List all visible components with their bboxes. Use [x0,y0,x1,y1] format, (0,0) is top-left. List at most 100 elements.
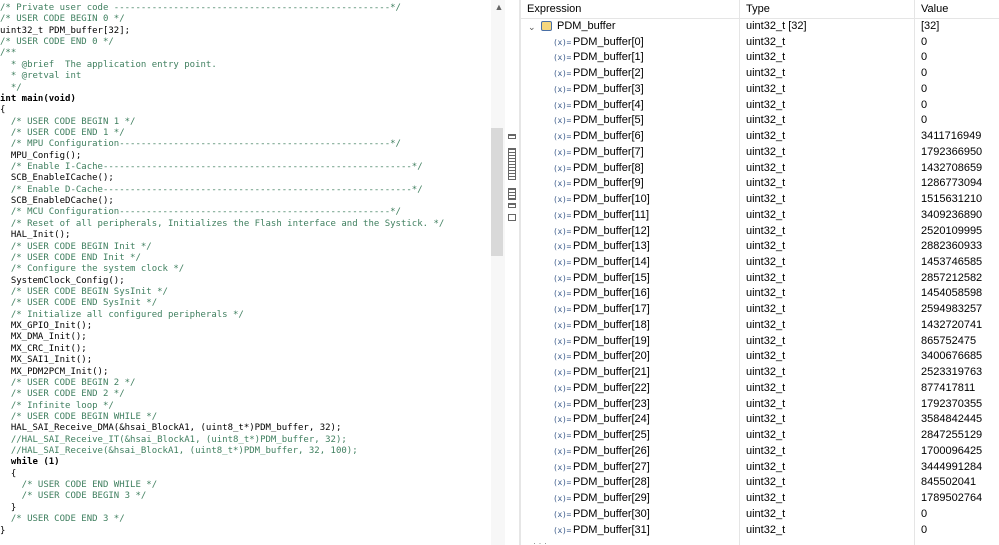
ruler-marker[interactable] [508,214,516,221]
table-row[interactable]: (x)= PDM_buffer[9] uint32_t 1286773094 [521,176,999,192]
expression-value[interactable]: 3409236890 [921,208,999,224]
table-row[interactable]: (x)= PDM_buffer[17] uint32_t 2594983257 [521,302,999,318]
expression-value[interactable]: 845502041 [921,475,999,491]
expression-value[interactable]: 2523319763 [921,365,999,381]
expression-value[interactable]: 3400676685 [921,349,999,365]
expression-value[interactable]: 1792370355 [921,397,999,413]
expression-name: PDM_buffer[24] [573,413,650,426]
expression-value[interactable]: 0 [921,98,999,114]
expression-value[interactable]: 2857212582 [921,271,999,287]
table-row[interactable]: (x)= PDM_buffer[27] uint32_t 3444991284 [521,460,999,476]
expression-value[interactable]: 3411716949 [921,129,999,145]
expression-value[interactable]: 1432720741 [921,318,999,334]
expression-value[interactable]: 1453746585 [921,255,999,271]
expression-name: PDM_buffer[4] [573,98,644,111]
editor-vertical-scrollbar[interactable] [491,0,505,545]
expression-name: PDM_buffer[25] [573,429,650,442]
table-row[interactable]: (x)= PDM_buffer[8] uint32_t 1432708659 [521,161,999,177]
expression-value[interactable]: 1286773094 [921,176,999,192]
table-row[interactable]: (x)= PDM_buffer[1] uint32_t 0 [521,50,999,66]
expression-value[interactable]: 1454058598 [921,286,999,302]
expression-value[interactable]: 0 [921,35,999,51]
expression-name: PDM_buffer[20] [573,350,650,363]
collapse-arrow-icon[interactable]: ▲ [494,2,504,12]
expression-name: PDM_buffer[17] [573,303,650,316]
table-row[interactable]: (x)= PDM_buffer[20] uint32_t 3400676685 [521,349,999,365]
table-row[interactable]: (x)= PDM_buffer[31] uint32_t 0 [521,523,999,539]
ruler-marker[interactable] [508,203,516,208]
code-text: SystemClock_Config(); [0,275,125,286]
table-row-root[interactable]: ⌄ PDM_buffer uint32_t [32] [32] [521,19,999,35]
expression-value[interactable]: 1789502764 [921,491,999,507]
table-row[interactable]: (x)= PDM_buffer[30] uint32_t 0 [521,507,999,523]
code-comment: /* Private user code -------------------… [0,3,401,13]
table-row[interactable]: (x)= PDM_buffer[10] uint32_t 1515631210 [521,192,999,208]
table-row[interactable]: (x)= PDM_buffer[12] uint32_t 2520109995 [521,224,999,240]
table-row[interactable]: (x)= PDM_buffer[2] uint32_t 0 [521,66,999,82]
expression-value[interactable]: 0 [921,523,999,539]
expression-value[interactable]: 1515631210 [921,192,999,208]
table-row[interactable]: (x)= PDM_buffer[5] uint32_t 0 [521,113,999,129]
table-row[interactable]: (x)= PDM_buffer[24] uint32_t 3584842445 [521,412,999,428]
expression-value[interactable]: 2882360933 [921,239,999,255]
expression-value[interactable]: 0 [921,507,999,523]
table-row[interactable]: (x)= PDM_buffer[26] uint32_t 1700096425 [521,444,999,460]
column-header-expression[interactable]: Expression [521,0,739,18]
expression-type: uint32_t [746,507,786,520]
expression-value[interactable]: 0 [921,50,999,66]
table-row[interactable]: (x)= PDM_buffer[22] uint32_t 877417811 [521,381,999,397]
expression-value[interactable]: 1792366950 [921,145,999,161]
table-row[interactable]: (x)= PDM_buffer[0] uint32_t 0 [521,35,999,51]
table-row[interactable]: (x)= PDM_buffer[25] uint32_t 2847255129 [521,428,999,444]
ruler-marker[interactable] [508,134,516,139]
column-header-value[interactable]: Value [915,0,999,18]
table-row[interactable]: (x)= PDM_buffer[15] uint32_t 2857212582 [521,271,999,287]
table-row[interactable]: (x)= PDM_buffer[19] uint32_t 865752475 [521,334,999,350]
expression-value[interactable]: 1432708659 [921,161,999,177]
table-row[interactable]: (x)= PDM_buffer[16] uint32_t 1454058598 [521,286,999,302]
expression-value[interactable]: 2520109995 [921,224,999,240]
column-header-type[interactable]: Type [740,0,914,18]
table-row[interactable]: (x)= PDM_buffer[11] uint32_t 3409236890 [521,208,999,224]
table-row[interactable]: (x)= PDM_buffer[14] uint32_t 1453746585 [521,255,999,271]
table-row[interactable]: (x)= PDM_buffer[13] uint32_t 2882360933 [521,239,999,255]
add-expression-row[interactable]: · · · [533,538,633,545]
expression-value[interactable]: 0 [921,66,999,82]
expression-value[interactable]: 2594983257 [921,302,999,318]
expression-type: uint32_t [746,98,786,111]
variable-icon: (x)= [553,147,572,157]
ruler-marker[interactable] [508,148,516,180]
table-row[interactable]: (x)= PDM_buffer[29] uint32_t 1789502764 [521,491,999,507]
table-row[interactable]: (x)= PDM_buffer[3] uint32_t 0 [521,82,999,98]
ruler-marker[interactable] [508,188,516,200]
table-row[interactable]: (x)= PDM_buffer[18] uint32_t 1432720741 [521,318,999,334]
overview-ruler[interactable] [505,0,520,545]
table-row[interactable]: (x)= PDM_buffer[21] uint32_t 2523319763 [521,365,999,381]
expression-value[interactable]: 865752475 [921,334,999,350]
expression-value[interactable]: 3584842445 [921,412,999,428]
code-line: /* USER CODE BEGIN 0 */ [0,14,444,25]
table-row[interactable]: (x)= PDM_buffer[4] uint32_t 0 [521,98,999,114]
expression-value[interactable]: 3444991284 [921,460,999,476]
expression-value[interactable]: 1700096425 [921,444,999,460]
table-row[interactable]: (x)= PDM_buffer[23] uint32_t 1792370355 [521,397,999,413]
expression-value[interactable]: 2847255129 [921,428,999,444]
table-row[interactable]: (x)= PDM_buffer[6] uint32_t 3411716949 [521,129,999,145]
code-text: SCB_EnableICache(); [0,173,114,184]
table-row[interactable]: (x)= PDM_buffer[7] uint32_t 1792366950 [521,145,999,161]
expression-name: PDM_buffer[29] [573,492,650,505]
expression-value[interactable]: 0 [921,113,999,129]
expression-type: uint32_t [746,287,786,300]
expression-value[interactable]: 0 [921,82,999,98]
scrollbar-thumb[interactable] [491,128,503,256]
array-variable-icon [541,21,552,31]
expression-value[interactable]: 877417811 [921,381,999,397]
code-editor[interactable]: /* Private user code -------------------… [0,0,493,545]
expression-value[interactable]: [32] [921,19,999,35]
expression-name: PDM_buffer[12] [573,224,650,237]
code-line: /* USER CODE BEGIN SysInit */ [0,287,444,298]
table-row[interactable]: (x)= PDM_buffer[28] uint32_t 845502041 [521,475,999,491]
expression-name: PDM_buffer[7] [573,145,644,158]
chevron-down-icon[interactable]: ⌄ [528,23,536,32]
expression-type: uint32_t [746,114,786,127]
